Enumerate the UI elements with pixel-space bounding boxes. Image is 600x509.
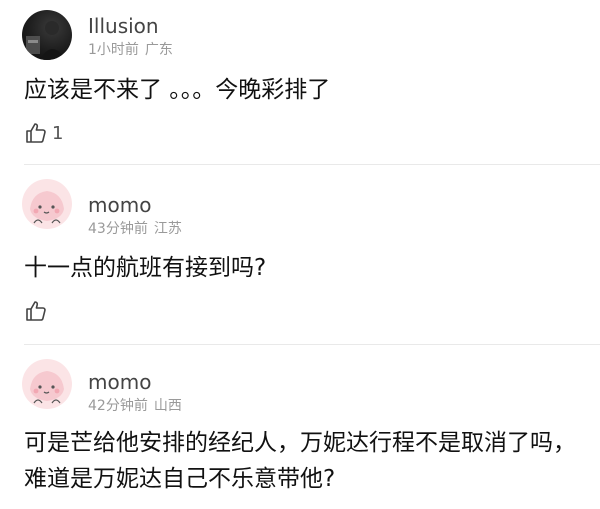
- avatar[interactable]: [22, 10, 72, 60]
- cartoon-face-icon: [30, 371, 64, 404]
- comment-location: 山西: [153, 398, 182, 414]
- comment-text-line: 可是芒给他安排的经纪人，万妮达行程不是取消了吗，: [24, 430, 576, 456]
- comment-time: 1小时前: [88, 42, 139, 58]
- username[interactable]: momo: [88, 372, 151, 392]
- comment-item: momo 43分钟前 江苏 十一点的航班有接到吗?: [0, 165, 600, 345]
- comment-meta: 42分钟前 山西: [88, 399, 182, 413]
- comment-location: 广东: [144, 42, 173, 58]
- avatar[interactable]: [22, 179, 72, 229]
- thumbs-up-icon: [26, 301, 46, 321]
- avatar-photo-icon: [26, 21, 66, 60]
- comment-item: Illusion 1小时前 广东 应该是不来了 。。。今晚彩排了 1: [0, 0, 600, 165]
- comment-time: 43分钟前: [88, 221, 148, 237]
- comment-text: 可是芒给他安排的经纪人，万妮达行程不是取消了吗， 难道是万妮达自己不乐意带他?: [24, 425, 582, 497]
- comment-time: 42分钟前: [88, 398, 148, 414]
- username[interactable]: momo: [88, 195, 151, 215]
- comment-text-line: 难道是万妮达自己不乐意带他?: [24, 466, 336, 492]
- comment-text: 应该是不来了 。。。今晚彩排了: [24, 77, 331, 103]
- username[interactable]: Illusion: [88, 16, 159, 36]
- comment-location: 江苏: [153, 221, 182, 237]
- like-button[interactable]: [24, 299, 48, 323]
- avatar[interactable]: [22, 359, 72, 409]
- thumbs-up-icon: [26, 123, 46, 143]
- comment-meta: 43分钟前 江苏: [88, 222, 182, 236]
- like-button[interactable]: 1: [24, 121, 63, 145]
- comment-item: momo 42分钟前 山西 可是芒给他安排的经纪人，万妮达行程不是取消了吗， 难道…: [0, 345, 600, 509]
- comment-text: 十一点的航班有接到吗?: [24, 255, 267, 281]
- cartoon-face-icon: [30, 191, 64, 224]
- like-count: 1: [52, 122, 64, 144]
- comment-meta: 1小时前 广东: [88, 43, 173, 57]
